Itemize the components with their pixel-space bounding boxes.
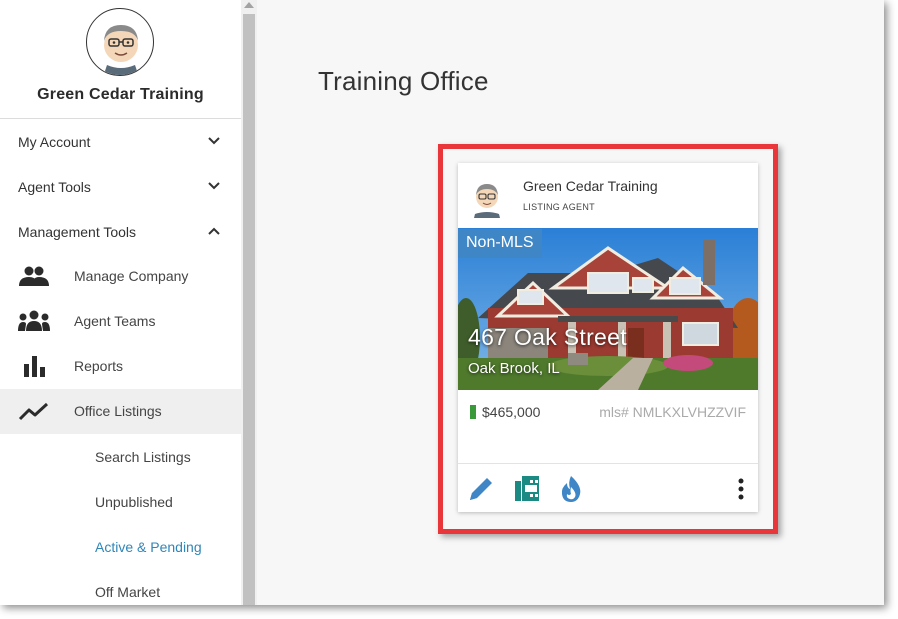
listing-city: Oak Brook, IL [468, 360, 560, 377]
flame-icon[interactable] [556, 474, 586, 504]
subitem-active-pending[interactable]: Active & Pending [95, 539, 202, 555]
sidebar-item-office-listings[interactable]: Office Listings [0, 389, 241, 434]
bar-chart-icon [24, 356, 45, 377]
sidebar: Green Cedar Training My Account Agent To… [0, 0, 241, 605]
subitem-unpublished[interactable]: Unpublished [95, 494, 173, 510]
sidebar-item-label: Agent Teams [74, 313, 156, 329]
sidebar-item-label: Office Listings [74, 403, 162, 419]
status-indicator [470, 405, 476, 419]
mls-number: mls# NMLKXLVHZZVIF [599, 404, 746, 420]
nav-section-agent-tools[interactable]: Agent Tools [0, 164, 241, 209]
card-header: Green Cedar Training LISTING AGENT [458, 163, 758, 228]
profile-header: Green Cedar Training [0, 0, 241, 119]
card-actions [458, 463, 758, 512]
app-window: Green Cedar Training My Account Agent To… [0, 0, 884, 605]
nav-section-label: Management Tools [18, 223, 137, 240]
listing-price: $465,000 [482, 404, 541, 420]
agent-name[interactable]: Green Cedar Training [523, 178, 658, 194]
agent-avatar[interactable] [470, 180, 504, 218]
nav-section-my-account[interactable]: My Account [0, 119, 241, 164]
team-icon [18, 310, 50, 331]
nav-section-label: Agent Tools [18, 178, 91, 195]
listing-photo[interactable]: Non-MLS 467 Oak Street Oak Brook, IL [458, 228, 758, 390]
chevron-up-icon [208, 227, 220, 235]
avatar[interactable] [86, 8, 154, 76]
scroll-thumb[interactable] [243, 14, 255, 605]
chevron-down-icon [208, 182, 220, 190]
sidebar-item-reports[interactable]: Reports [0, 344, 241, 389]
profile-name: Green Cedar Training [37, 86, 204, 103]
chevron-down-icon [208, 137, 220, 145]
people-icon [19, 266, 49, 286]
sidebar-scrollbar[interactable] [241, 0, 257, 605]
emoji-face-icon [103, 25, 139, 75]
listing-street[interactable]: 467 Oak Street [468, 324, 627, 351]
agent-role: LISTING AGENT [523, 202, 595, 212]
subitem-off-market[interactable]: Off Market [95, 584, 160, 600]
nav-section-label: My Account [18, 133, 91, 150]
film-icon[interactable] [511, 474, 541, 504]
non-mls-badge: Non-MLS [458, 229, 542, 258]
sidebar-item-manage-company[interactable]: Manage Company [0, 254, 241, 299]
sidebar-item-label: Reports [74, 358, 124, 374]
nav-section-management-tools[interactable]: Management Tools [0, 209, 241, 254]
sidebar-item-agent-teams[interactable]: Agent Teams [0, 299, 241, 344]
listing-card[interactable]: Green Cedar Training LISTING AGENT Non-M… [458, 163, 758, 512]
sidebar-item-label: Manage Company [74, 268, 189, 284]
scroll-up-icon[interactable] [244, 2, 254, 8]
subitem-search-listings[interactable]: Search Listings [95, 449, 191, 465]
page-title: Training Office [318, 66, 489, 96]
edit-icon[interactable] [466, 474, 496, 504]
more-vertical-icon[interactable] [726, 474, 756, 504]
trend-line-icon [18, 402, 49, 421]
